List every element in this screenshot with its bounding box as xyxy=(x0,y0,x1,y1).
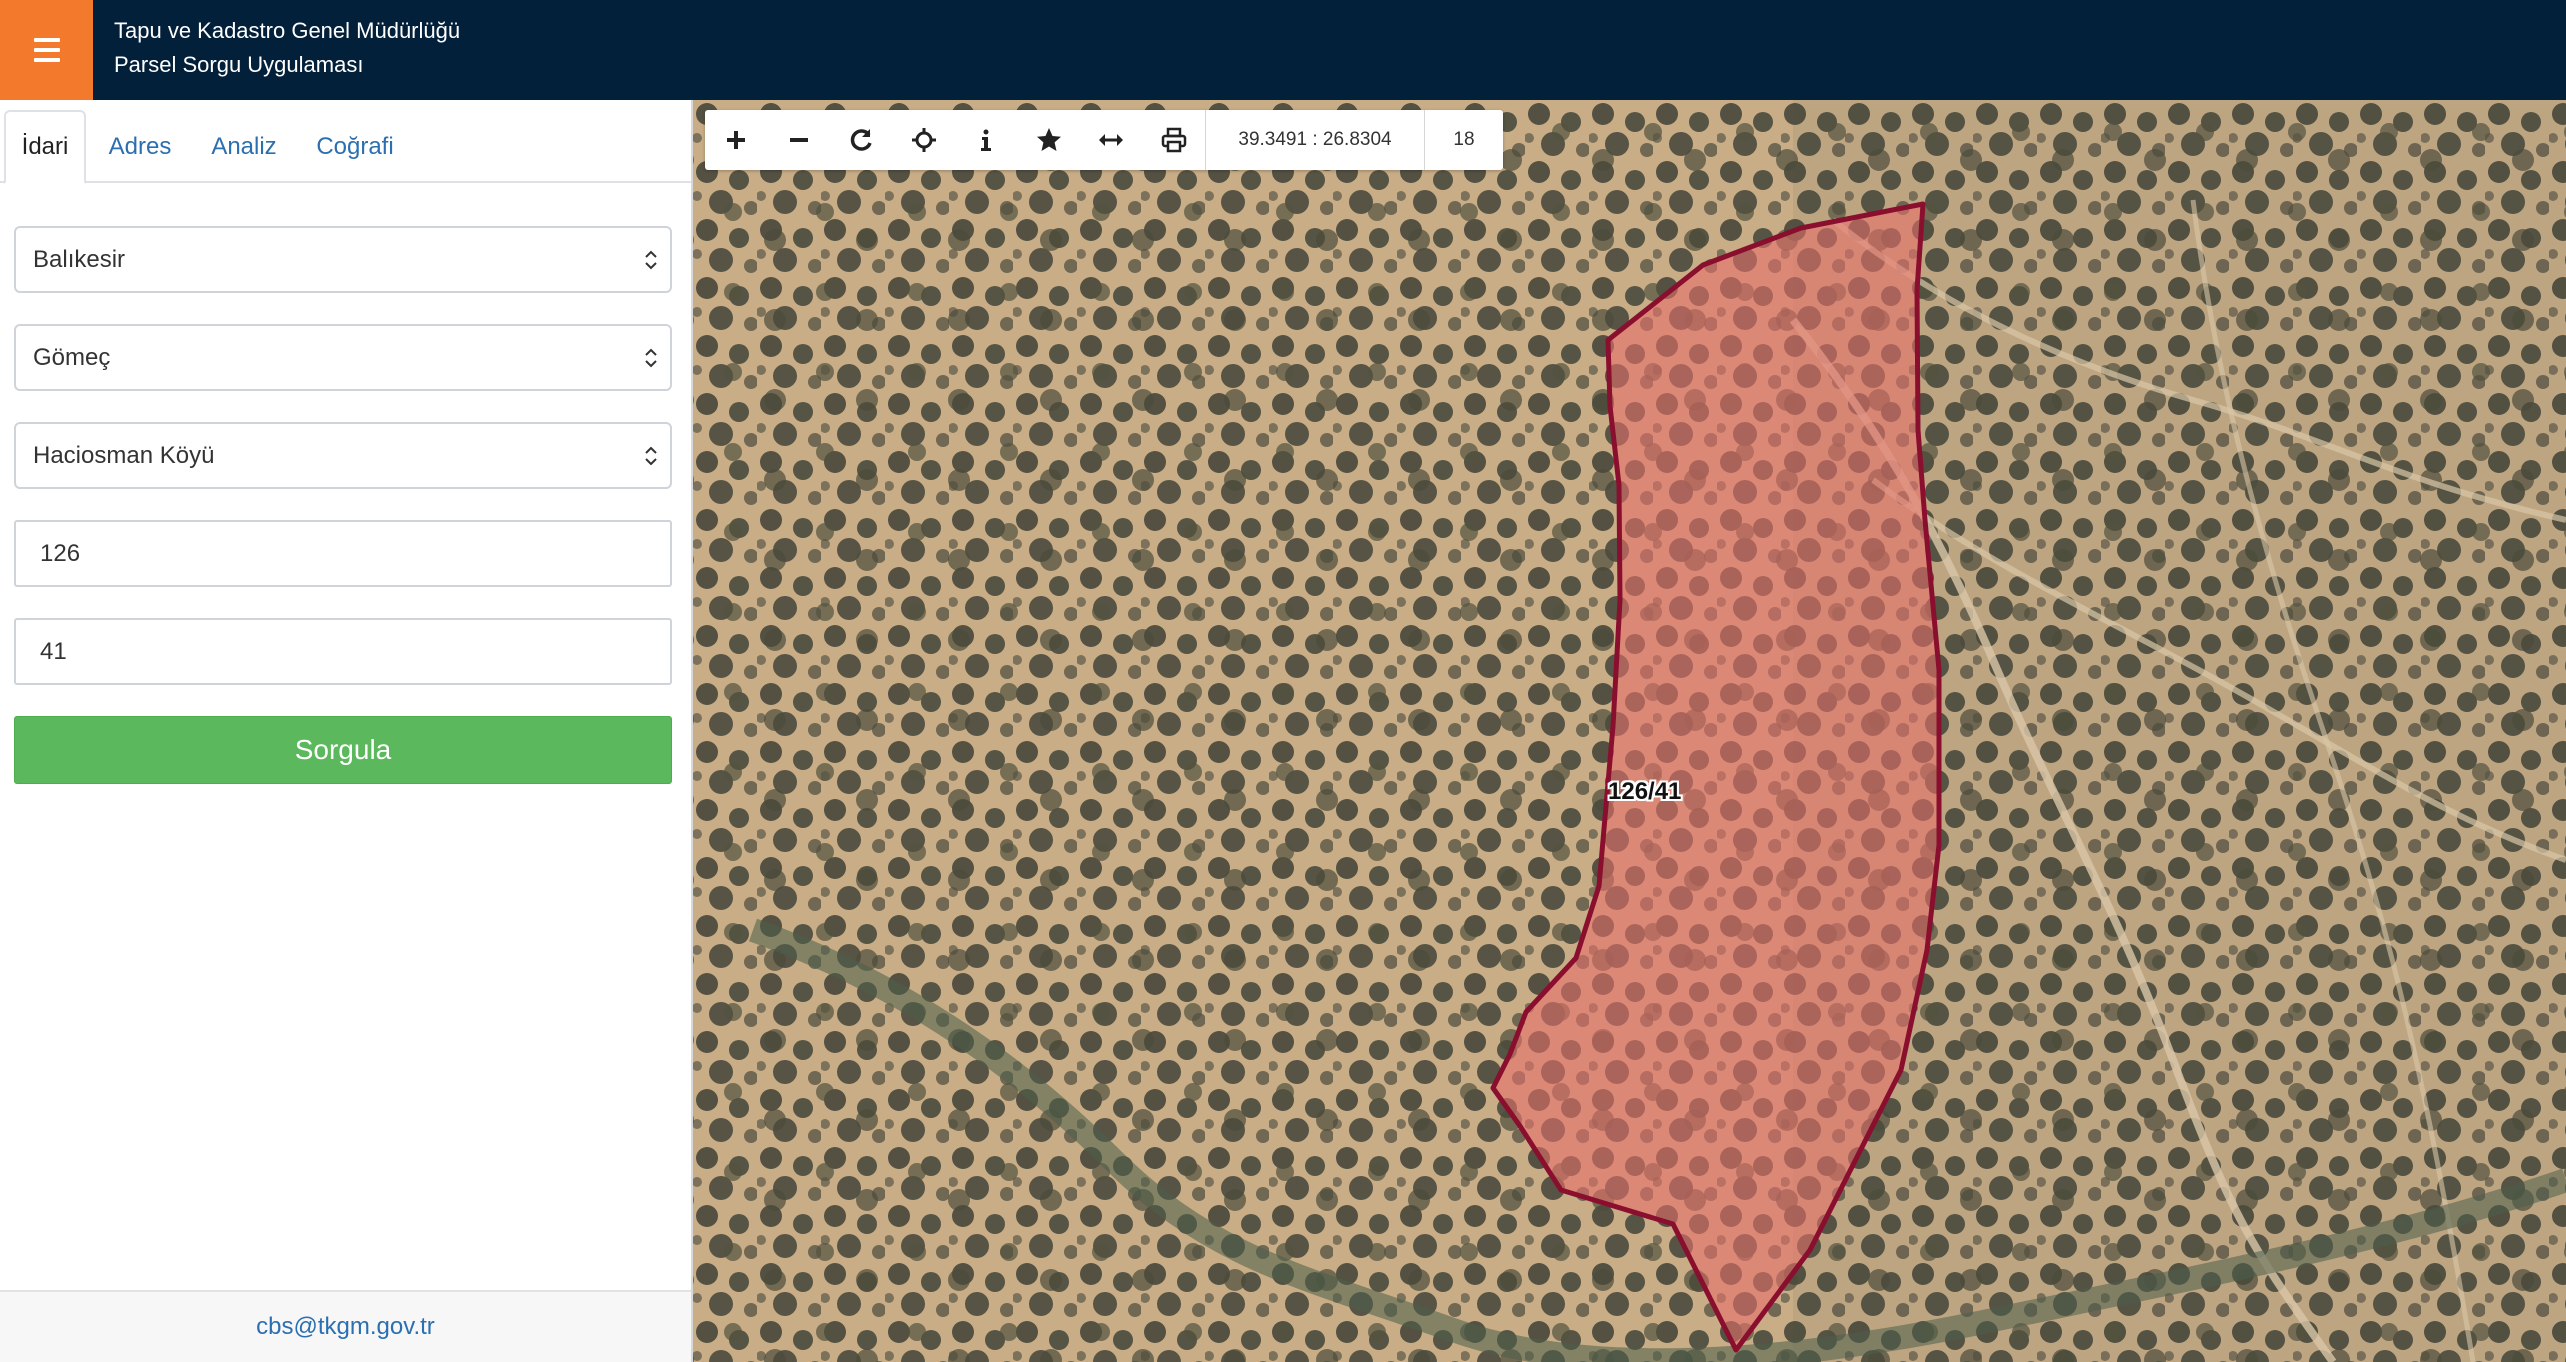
zoom-out-button[interactable] xyxy=(768,110,831,170)
app-title: Tapu ve Kadastro Genel Müdürlüğü xyxy=(114,18,461,43)
parcel-number-value: 41 xyxy=(40,637,67,665)
app-header: Tapu ve Kadastro Genel Müdürlüğü Parsel … xyxy=(0,0,2566,100)
neighborhood-select[interactable]: Haciosman Köyü xyxy=(14,422,672,489)
zoom-level-readout: 18 xyxy=(1453,129,1475,150)
zoom-in-icon xyxy=(727,131,746,149)
hamburger-icon-bar xyxy=(33,48,60,52)
measure-button[interactable] xyxy=(1080,110,1143,170)
menu-toggle-button[interactable] xyxy=(0,0,93,100)
print-button[interactable] xyxy=(1143,110,1206,170)
app-titles: Tapu ve Kadastro Genel Müdürlüğü Parsel … xyxy=(114,14,460,82)
district-select-value: Gömeç xyxy=(33,343,111,371)
refresh-button[interactable] xyxy=(830,110,893,170)
info-icon xyxy=(981,129,992,151)
parcel-label: 126/41 xyxy=(1608,778,1682,805)
refresh-icon xyxy=(851,129,872,151)
coordinates-readout: 39.3491 : 26.8304 xyxy=(1205,110,1425,170)
info-button[interactable] xyxy=(955,110,1018,170)
select-caret-icon xyxy=(645,446,657,465)
zoom-in-button[interactable] xyxy=(705,110,768,170)
app-subtitle: Parsel Sorgu Uygulaması xyxy=(114,52,364,77)
print-icon xyxy=(1161,127,1186,153)
contact-email-link[interactable]: cbs@tkgm.gov.tr xyxy=(256,1313,435,1341)
measure-icon xyxy=(1099,134,1124,146)
hamburger-icon xyxy=(33,38,60,42)
block-number-input[interactable]: 126 xyxy=(14,520,672,587)
parcel-number-input[interactable]: 41 xyxy=(14,618,672,685)
neighborhood-select-value: Haciosman Köyü xyxy=(33,441,215,469)
sidebar: İdari Adres Analiz Coğrafi Balıkesir Göm… xyxy=(0,100,693,1362)
query-tabs: İdari Adres Analiz Coğrafi xyxy=(0,100,691,184)
hamburger-icon-bar xyxy=(33,58,60,62)
favorite-button[interactable] xyxy=(1018,110,1081,170)
zoom-out-icon xyxy=(789,138,808,142)
tab-analiz[interactable]: Analiz xyxy=(200,110,288,184)
province-select-value: Balıkesir xyxy=(33,245,126,273)
satellite-imagery xyxy=(693,100,2566,1362)
block-number-value: 126 xyxy=(40,539,81,567)
locate-button[interactable] xyxy=(893,110,956,170)
province-select[interactable]: Balıkesir xyxy=(14,226,672,293)
query-button[interactable]: Sorgula xyxy=(14,716,672,784)
star-icon xyxy=(1036,128,1061,151)
locate-icon xyxy=(911,128,936,152)
select-caret-icon xyxy=(645,348,657,367)
map-toolbar: 39.3491 : 26.8304 18 xyxy=(705,110,1503,170)
tab-adres[interactable]: Adres xyxy=(96,110,184,184)
tab-idari[interactable]: İdari xyxy=(4,110,86,184)
sidebar-footer: cbs@tkgm.gov.tr xyxy=(0,1290,691,1362)
select-caret-icon xyxy=(645,250,657,269)
district-select[interactable]: Gömeç xyxy=(14,324,672,391)
tab-cografi[interactable]: Coğrafi xyxy=(305,110,405,184)
map-view[interactable] xyxy=(693,100,2566,1362)
